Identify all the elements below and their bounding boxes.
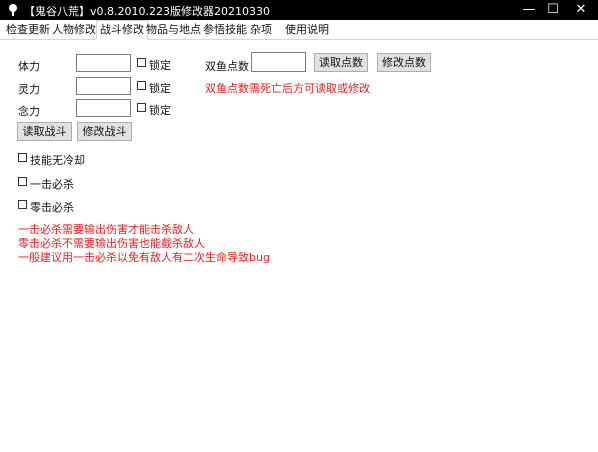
no-cooldown-label: 技能无冷却 xyxy=(30,154,85,167)
title-bar: 【鬼谷八荒】v0.8.2010.223版修改器20210330 — ☐ ✕ xyxy=(0,0,598,20)
zero-hit-kill-checkbox[interactable] xyxy=(18,200,27,209)
zero-hit-kill-label: 零击必杀 xyxy=(30,201,74,214)
tab-misc[interactable]: 杂项 xyxy=(247,22,275,39)
spirit-lock-label: 锁定 xyxy=(149,82,171,95)
one-hit-kill-checkbox[interactable] xyxy=(18,177,27,186)
spirit-input[interactable] xyxy=(76,77,131,95)
spirit-lock-checkbox[interactable] xyxy=(137,81,146,90)
tab-character[interactable]: 人物修改 xyxy=(49,22,99,39)
tab-skills[interactable]: 参悟技能 xyxy=(200,22,250,39)
mind-input[interactable] xyxy=(76,99,131,117)
modify-points-button[interactable]: 修改点数 xyxy=(377,53,431,72)
fish-points-note: 双鱼点数需死亡后方可读取或修改 xyxy=(205,82,370,95)
tab-check-update[interactable]: 检查更新 xyxy=(3,22,53,39)
one-hit-kill-label: 一击必杀 xyxy=(30,178,74,191)
close-icon: ✕ xyxy=(575,2,587,17)
tab-instructions[interactable]: 使用说明 xyxy=(282,22,332,39)
mind-lock-checkbox[interactable] xyxy=(137,103,146,112)
mind-label: 念力 xyxy=(18,105,40,118)
fish-points-input[interactable] xyxy=(251,52,306,72)
mind-lock-label: 锁定 xyxy=(149,104,171,117)
fish-points-label: 双鱼点数 xyxy=(205,60,249,73)
no-cooldown-checkbox[interactable] xyxy=(18,153,27,162)
spirit-label: 灵力 xyxy=(18,83,40,96)
tab-bar: 检查更新 人物修改 战斗修改 物品与地点 参悟技能 杂项 使用说明 xyxy=(0,20,598,40)
read-points-button[interactable]: 读取点数 xyxy=(314,53,368,72)
stamina-label: 体力 xyxy=(18,60,40,73)
stamina-lock-checkbox[interactable] xyxy=(137,58,146,67)
read-battle-button[interactable]: 读取战斗 xyxy=(17,122,72,141)
modify-battle-button[interactable]: 修改战斗 xyxy=(77,122,132,141)
tab-items-locations[interactable]: 物品与地点 xyxy=(143,22,204,39)
window-title: 【鬼谷八荒】v0.8.2010.223版修改器20210330 xyxy=(24,5,270,18)
tab-battle[interactable]: 战斗修改 xyxy=(96,20,148,40)
stamina-lock-label: 锁定 xyxy=(149,59,171,72)
app-icon xyxy=(9,4,17,16)
note-recommendation: 一般建议用一击必杀以免有敌人有二次生命导致bug xyxy=(18,251,270,264)
stamina-input[interactable] xyxy=(76,54,131,72)
close-button[interactable]: ✕ xyxy=(558,0,598,20)
